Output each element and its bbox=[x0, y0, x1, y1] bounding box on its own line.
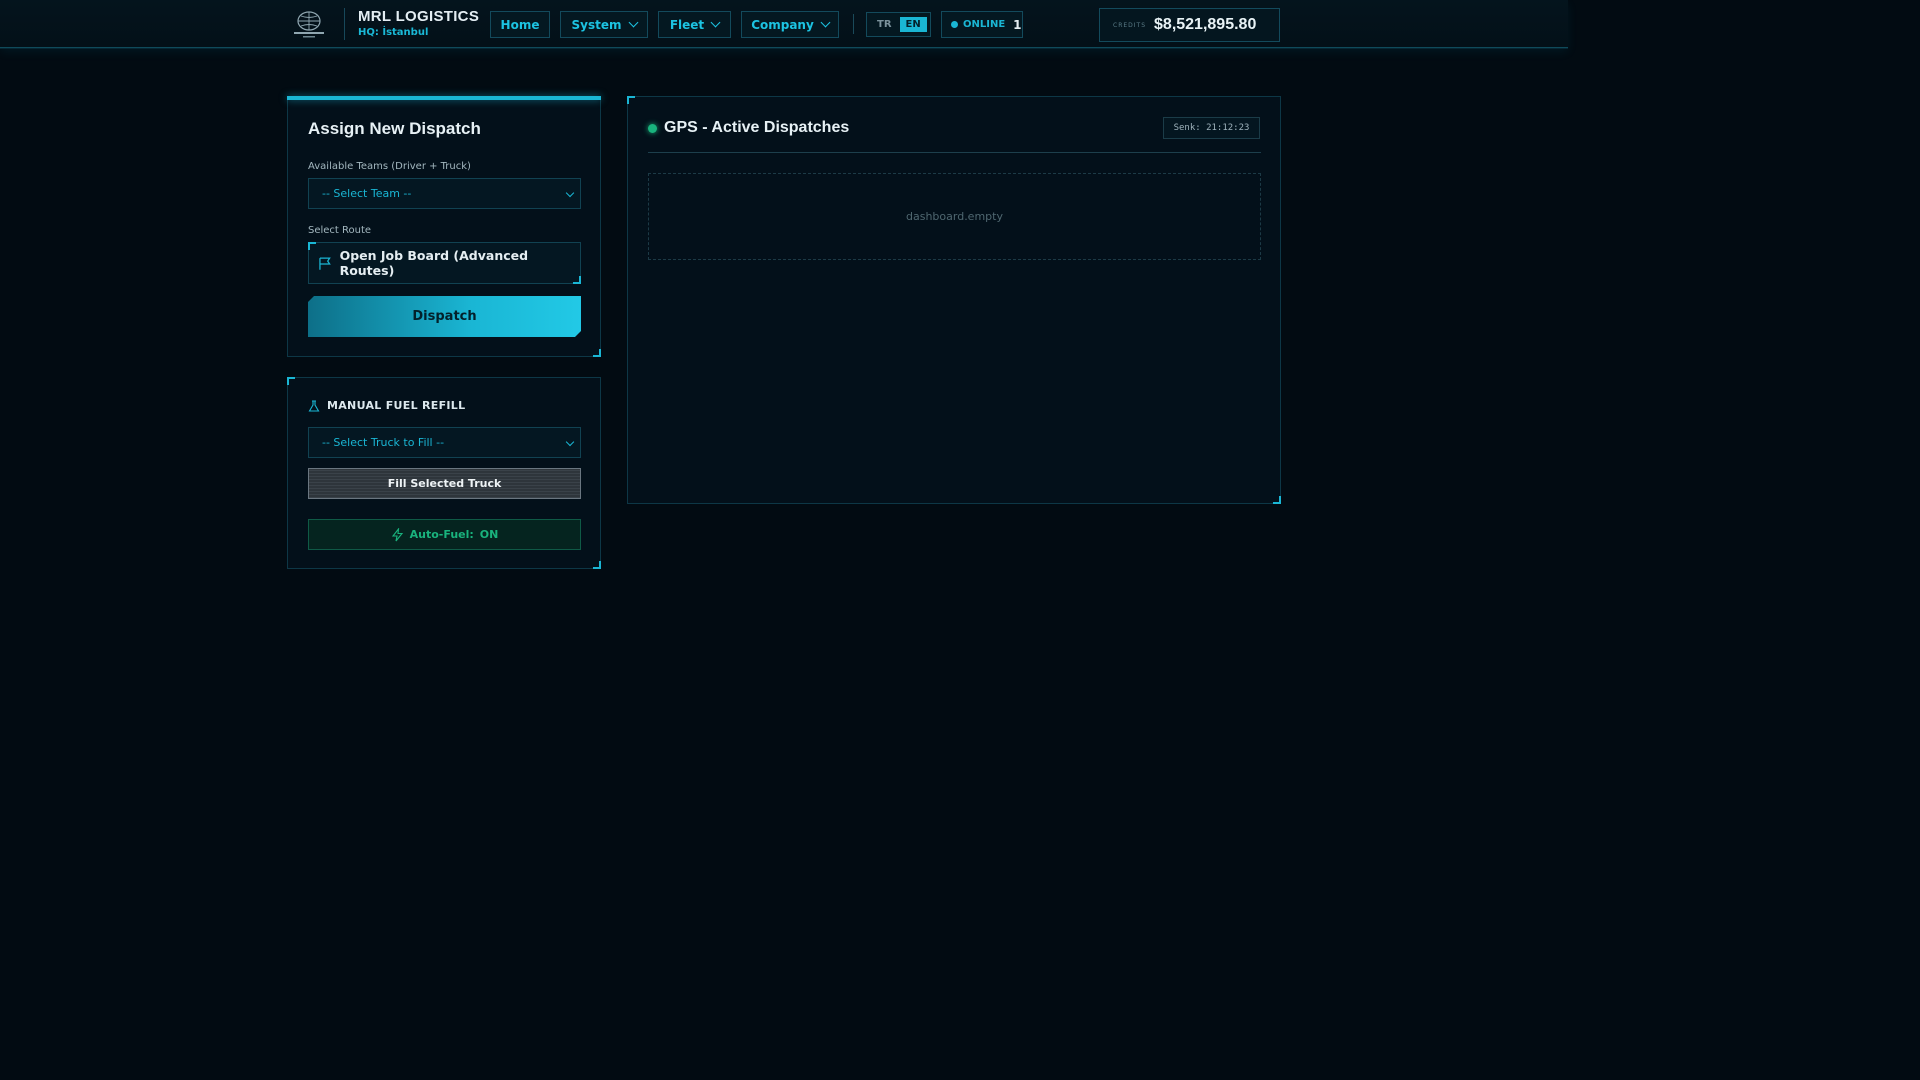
company-logo[interactable] bbox=[288, 8, 330, 40]
flag-icon bbox=[318, 256, 333, 271]
dispatch-panel-title: Assign New Dispatch bbox=[308, 119, 481, 139]
panel-accent-bar bbox=[287, 96, 601, 100]
auto-fuel-state: ON bbox=[480, 528, 499, 541]
fuel-title-label: MANUAL FUEL REFILL bbox=[327, 399, 465, 412]
lang-en-option[interactable]: EN bbox=[900, 17, 927, 32]
fuel-panel-title: MANUAL FUEL REFILL bbox=[308, 399, 465, 412]
nav-home-button[interactable]: Home bbox=[490, 11, 550, 38]
lang-tr-option[interactable]: TR bbox=[877, 19, 892, 30]
dispatch-button[interactable]: Dispatch bbox=[308, 296, 581, 337]
chevron-down-icon bbox=[711, 18, 721, 28]
nav-fleet-button[interactable]: Fleet bbox=[658, 11, 731, 38]
fill-button-label: Fill Selected Truck bbox=[388, 477, 502, 490]
panel-corner-accent bbox=[593, 349, 601, 357]
gps-divider bbox=[648, 152, 1261, 153]
online-status: ONLINE 1 bbox=[941, 11, 1023, 38]
team-select-value: -- Select Team -- bbox=[322, 187, 411, 200]
online-label: ONLINE bbox=[963, 19, 1005, 30]
chevron-down-icon bbox=[628, 18, 638, 28]
online-count: 1 bbox=[1013, 18, 1021, 32]
empty-dispatches-placeholder: dashboard.empty bbox=[648, 173, 1261, 260]
chevron-down-icon bbox=[566, 438, 574, 446]
credits-display: CREDITS $8,521,895.80 bbox=[1099, 8, 1280, 42]
language-switch: TR EN bbox=[866, 12, 931, 37]
panel-corner-accent bbox=[593, 561, 601, 569]
gps-title-label: GPS - Active Dispatches bbox=[664, 119, 849, 137]
nav-system-button[interactable]: System bbox=[560, 11, 648, 38]
flask-icon bbox=[308, 400, 320, 412]
gps-panel-title: GPS - Active Dispatches bbox=[648, 119, 849, 137]
team-select[interactable]: -- Select Team -- bbox=[308, 178, 581, 209]
chevron-down-icon bbox=[820, 18, 830, 28]
auto-fuel-label: Auto-Fuel: bbox=[410, 528, 474, 541]
chevron-down-icon bbox=[566, 189, 574, 197]
bolt-icon bbox=[391, 528, 404, 542]
gps-dispatches-panel: GPS - Active Dispatches Senk: 21:12:23 d… bbox=[627, 96, 1281, 504]
panel-corner-accent bbox=[1273, 496, 1281, 504]
route-corner-accent bbox=[308, 242, 316, 250]
dispatch-button-label: Dispatch bbox=[412, 309, 476, 324]
open-job-board-button[interactable]: Open Job Board (Advanced Routes) bbox=[308, 242, 581, 284]
logo-divider bbox=[344, 8, 345, 40]
credits-label: CREDITS bbox=[1113, 22, 1146, 29]
sync-time-badge: Senk: 21:12:23 bbox=[1163, 117, 1260, 139]
truck-select-value: -- Select Truck to Fill -- bbox=[322, 436, 444, 449]
auto-fuel-toggle[interactable]: Auto-Fuel: ON bbox=[308, 519, 581, 550]
teams-label: Available Teams (Driver + Truck) bbox=[308, 161, 471, 172]
hq-location: HQ: İstanbul bbox=[358, 27, 479, 38]
manual-fuel-panel: MANUAL FUEL REFILL -- Select Truck to Fi… bbox=[287, 377, 601, 569]
nav-home-label: Home bbox=[501, 18, 540, 32]
nav-fleet-label: Fleet bbox=[670, 18, 704, 32]
route-corner-accent bbox=[573, 276, 581, 284]
credits-amount: $8,521,895.80 bbox=[1154, 16, 1256, 34]
top-bar: MRL LOGISTICS HQ: İstanbul Home System F… bbox=[0, 0, 1568, 48]
status-dot-icon bbox=[648, 124, 657, 133]
brand-name: MRL LOGISTICS bbox=[358, 8, 479, 25]
nav-divider bbox=[853, 14, 854, 34]
online-dot-icon bbox=[951, 21, 958, 28]
route-label: Select Route bbox=[308, 225, 371, 236]
brand: MRL LOGISTICS HQ: İstanbul bbox=[358, 8, 479, 38]
panel-corner-accent bbox=[287, 377, 295, 385]
nav-company-label: Company bbox=[751, 18, 814, 32]
empty-text: dashboard.empty bbox=[906, 210, 1003, 223]
assign-dispatch-panel: Assign New Dispatch Available Teams (Dri… bbox=[287, 96, 601, 357]
open-job-board-label: Open Job Board (Advanced Routes) bbox=[340, 248, 580, 278]
nav-company-button[interactable]: Company bbox=[741, 11, 839, 38]
truck-select[interactable]: -- Select Truck to Fill -- bbox=[308, 427, 581, 458]
nav-system-label: System bbox=[572, 18, 622, 32]
panel-corner-accent bbox=[627, 96, 635, 104]
fill-selected-truck-button[interactable]: Fill Selected Truck bbox=[308, 468, 581, 499]
